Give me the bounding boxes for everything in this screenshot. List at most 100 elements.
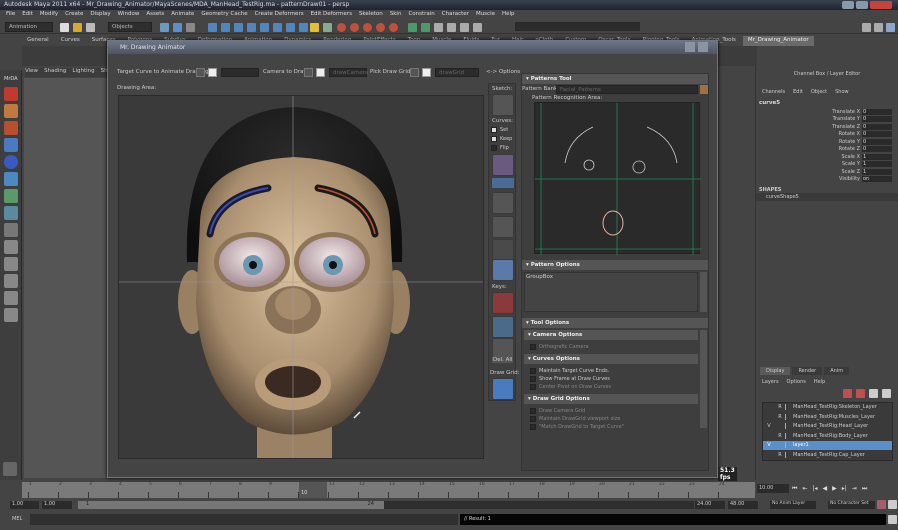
snap-to-view-plane-icon[interactable] <box>376 23 385 32</box>
channel-value[interactable]: 1 <box>862 153 892 160</box>
output-ops-icon[interactable] <box>421 23 430 32</box>
open-scene-icon[interactable] <box>73 23 82 32</box>
select-by-rendering-icon[interactable] <box>286 23 295 32</box>
channel-row[interactable]: Translate Y0 <box>756 116 892 124</box>
current-time-field[interactable]: 10.00 <box>757 484 789 493</box>
select-by-joint-icon[interactable] <box>221 23 230 32</box>
menu-create[interactable]: Create <box>65 11 83 19</box>
snap-to-curve-icon[interactable] <box>350 23 359 32</box>
camera-pick-icon[interactable] <box>316 68 325 77</box>
menu-geometry-cache[interactable]: Geometry Cache <box>201 11 247 19</box>
step-back-key-button[interactable]: ⇤ <box>802 485 807 493</box>
play-forward-button[interactable]: ▶ <box>832 485 837 493</box>
channel-value[interactable]: 0 <box>862 108 892 115</box>
make-live-icon[interactable] <box>389 23 398 32</box>
end-time-field[interactable]: 48.00 <box>728 501 758 509</box>
paint-select-tool-icon[interactable] <box>4 121 18 135</box>
tool-settings-icon[interactable] <box>874 23 883 32</box>
select-by-surface-icon[interactable] <box>247 23 256 32</box>
maximize-button[interactable] <box>856 1 868 9</box>
shelf-tab-mr_drawing_animator[interactable]: Mr_Drawing_Animator <box>742 36 814 46</box>
step-back-frame-button[interactable]: |◂ <box>812 485 817 493</box>
layer-reference-toggle[interactable]: R <box>775 414 785 420</box>
channel-value[interactable]: 0 <box>862 116 892 123</box>
menu-muscle[interactable]: Muscle <box>476 11 495 19</box>
new-scene-icon[interactable] <box>60 23 69 32</box>
snap-to-point-icon[interactable] <box>363 23 372 32</box>
move-up-icon[interactable] <box>869 389 878 398</box>
select-tool-icon[interactable] <box>4 87 18 101</box>
channel-row[interactable]: Translate Z0 <box>756 123 892 131</box>
key-globe-button[interactable] <box>492 316 514 338</box>
menu-character[interactable]: Character <box>442 11 469 19</box>
shelf-tab-general[interactable]: General <box>22 36 54 46</box>
menu-assets[interactable]: Assets <box>146 11 164 19</box>
select-by-misc-icon[interactable] <box>299 23 308 32</box>
channel-row[interactable]: Scale Z1 <box>756 168 892 176</box>
channel-menu-channels[interactable]: Channels <box>762 89 785 95</box>
menu-file[interactable]: File <box>6 11 15 19</box>
center-pivot-checkbox[interactable]: Center Pivot on Draw Curves <box>524 383 698 391</box>
menu-set-dropdown[interactable]: Animation <box>5 22 53 32</box>
channel-row[interactable]: Scale X1 <box>756 153 892 161</box>
menu-create-deformers[interactable]: Create Deformers <box>255 11 304 19</box>
channel-menu-object[interactable]: Object <box>811 89 827 95</box>
camera-field[interactable]: drawCamera <box>329 68 368 77</box>
maintain-grid-size-checkbox[interactable]: Maintain DrawGrid viewport size <box>524 415 698 423</box>
select-by-deformation-icon[interactable] <box>260 23 269 32</box>
pattern-bank-browse-icon[interactable] <box>700 85 708 94</box>
patterns-tool-header[interactable]: ▾ Patterns Tool <box>522 74 708 84</box>
new-layer-selected-icon[interactable] <box>843 389 852 398</box>
curve-paint-button[interactable] <box>492 154 514 176</box>
layer-visibility-toggle[interactable]: V <box>763 442 775 448</box>
set-key-button[interactable] <box>492 292 514 314</box>
shelf-tab-curves[interactable]: Curves <box>56 36 85 46</box>
quick-select-field[interactable] <box>515 22 640 31</box>
channel-row[interactable]: Translate X0 <box>756 108 892 116</box>
step-forward-key-button[interactable]: ⇥ <box>852 485 857 493</box>
menu-animate[interactable]: Animate <box>171 11 194 19</box>
layer-visibility-toggle[interactable]: V <box>763 423 775 429</box>
object-mode-icon[interactable] <box>173 23 182 32</box>
channel-row[interactable]: Rotate Z0 <box>756 146 892 154</box>
draw-grid-options-header[interactable]: ▾ Draw Grid Options <box>524 394 698 404</box>
close-button[interactable] <box>870 1 892 9</box>
current-frame-marker[interactable]: 10 <box>299 482 327 498</box>
time-slider[interactable]: 1234567891010111213141516171819202122232… <box>22 482 755 498</box>
layer-reference-toggle[interactable]: R <box>775 452 785 458</box>
last-tool-icon[interactable] <box>4 206 18 220</box>
menu-skin[interactable]: Skin <box>390 11 402 19</box>
keep-checkbox[interactable]: Keep <box>485 135 512 143</box>
selection-mode-dropdown[interactable]: Objects <box>108 22 152 32</box>
options-toggle-button[interactable]: <-> Options <box>486 69 520 75</box>
viewport-menu-shading[interactable]: Shading <box>44 68 66 77</box>
draw-grid-pick-icon[interactable] <box>422 68 431 77</box>
tool-options-scrollbar[interactable] <box>700 330 707 428</box>
layer-menu-layers[interactable]: Layers <box>762 379 779 385</box>
maintain-curve-ends-checkbox[interactable]: Maintain Target Curve Ends. <box>524 367 698 375</box>
channel-value[interactable]: on <box>862 176 892 183</box>
channel-row[interactable]: Scale Y1 <box>756 161 892 169</box>
pattern-recognition-area[interactable] <box>534 102 701 255</box>
layer-row[interactable]: Vlayer1 <box>763 441 892 451</box>
flip-checkbox[interactable]: Flip <box>485 144 509 152</box>
render-settings-icon[interactable] <box>473 23 482 32</box>
construction-history-icon[interactable] <box>434 23 443 32</box>
show-frame-checkbox[interactable]: Show Frame at Draw Curves <box>524 375 698 383</box>
drawing-area-canvas[interactable] <box>118 95 484 459</box>
select-by-handle-icon[interactable] <box>208 23 217 32</box>
layer-tab-anim[interactable]: Anim <box>824 367 850 375</box>
go-to-end-button[interactable]: ⏭ <box>862 485 867 493</box>
scale-tool-icon[interactable] <box>4 172 18 186</box>
render-icon[interactable] <box>447 23 456 32</box>
new-layer-icon[interactable] <box>856 389 865 398</box>
outliner-layout-icon[interactable] <box>4 274 18 288</box>
dialog-close-button[interactable] <box>698 42 708 52</box>
camera-select-icon[interactable] <box>304 68 313 77</box>
minimize-button[interactable] <box>842 1 854 9</box>
redraw-curve-button[interactable] <box>492 192 514 214</box>
menu-constrain[interactable]: Constrain <box>408 11 434 19</box>
layer-row[interactable]: V ManHead_TestRig:Head_Layer <box>763 422 892 432</box>
layer-menu-help[interactable]: Help <box>814 379 825 385</box>
attribute-editor-icon[interactable] <box>862 23 871 32</box>
